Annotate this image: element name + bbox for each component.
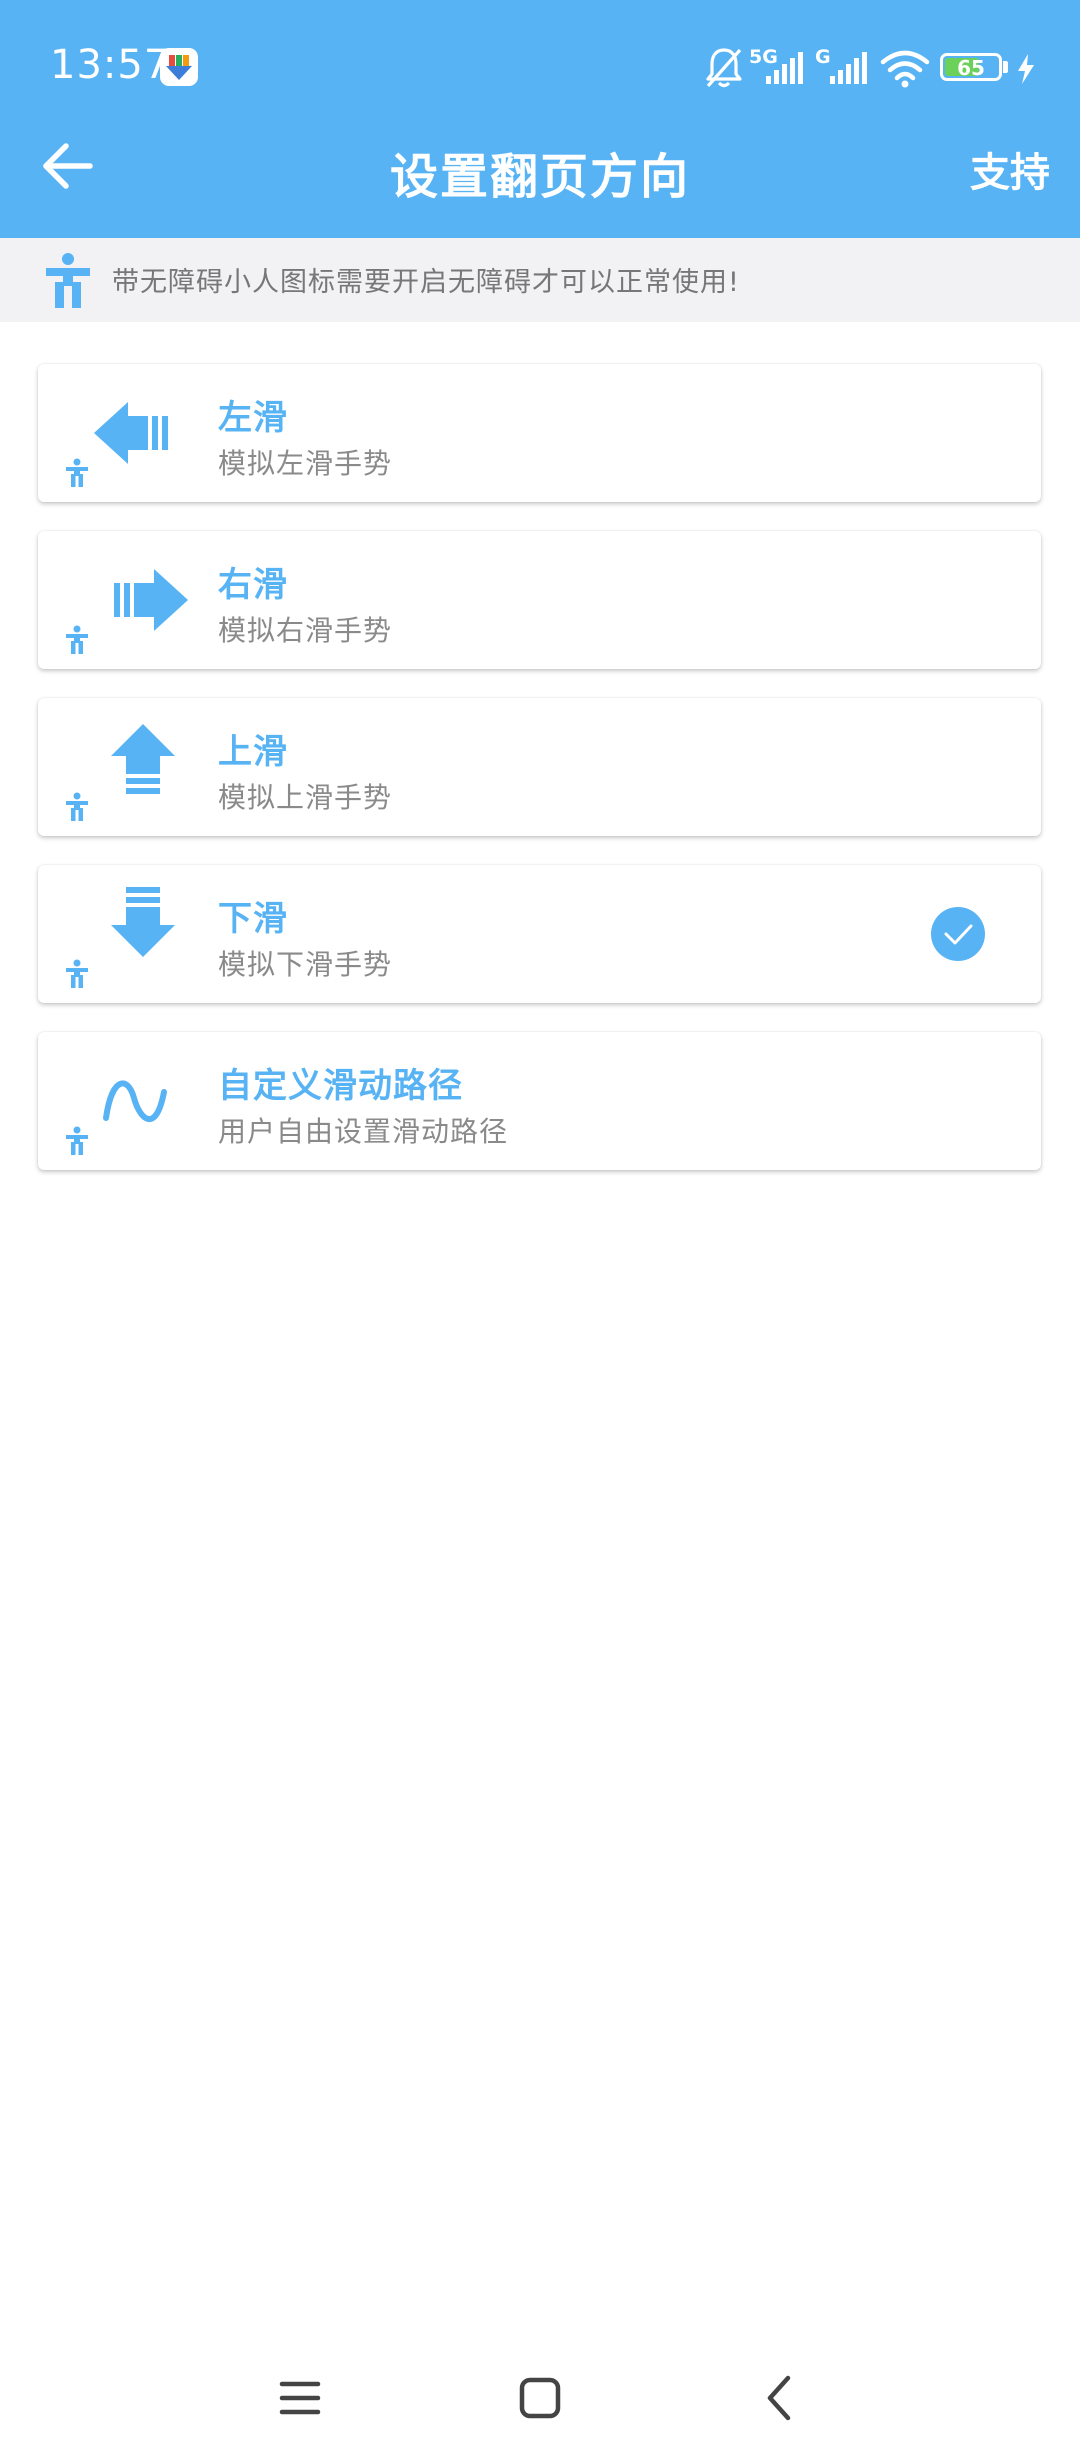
option-description: 模拟左滑手势 [218, 447, 393, 480]
accessibility-small-icon [66, 959, 88, 988]
accessibility-small-icon [66, 458, 88, 487]
arrow-left-swipe-icon [94, 402, 168, 464]
accessibility-small-icon [66, 625, 88, 654]
battery-icon: 65 [940, 53, 1002, 81]
back-icon[interactable] [750, 2368, 810, 2428]
accessibility-icon [46, 253, 90, 308]
battery-percent: 65 [957, 56, 985, 80]
status-time: 13:57 [50, 42, 171, 88]
arrow-right-swipe-icon [114, 569, 188, 631]
mute-bell-icon [706, 48, 742, 88]
option-custom-path[interactable]: 自定义滑动路径 用户自由设置滑动路径 [38, 1032, 1041, 1170]
app-header: 13:57 5G G 65 设置翻页方向 支持 [0, 0, 1080, 238]
option-swipe-right[interactable]: 右滑 模拟右滑手势 [38, 531, 1041, 669]
arrow-down-swipe-icon [111, 887, 175, 957]
check-circle-icon [931, 907, 985, 961]
charging-icon [1018, 54, 1034, 84]
app-notification-icon [160, 48, 198, 86]
battery-cap [1003, 61, 1008, 73]
accessibility-notice: 带无障碍小人图标需要开启无障碍才可以正常使用! [0, 238, 1080, 322]
signal-icon [766, 52, 803, 84]
option-title: 左滑 [218, 398, 288, 438]
menu-icon[interactable] [270, 2368, 330, 2428]
option-description: 用户自由设置滑动路径 [218, 1115, 509, 1148]
option-swipe-down[interactable]: 下滑 模拟下滑手势 [38, 865, 1041, 1003]
screen: 13:57 5G G 65 设置翻页方向 支持 带无障碍小人图标需要开启无障碍才… [0, 0, 1080, 2460]
option-title: 右滑 [218, 565, 288, 605]
option-swipe-left[interactable]: 左滑 模拟左滑手势 [38, 364, 1041, 502]
option-description: 模拟上滑手势 [218, 781, 393, 814]
wifi-icon [880, 50, 930, 88]
option-description: 模拟下滑手势 [218, 948, 393, 981]
page-title: 设置翻页方向 [389, 149, 690, 205]
option-title: 自定义滑动路径 [218, 1066, 463, 1106]
option-swipe-up[interactable]: 上滑 模拟上滑手势 [38, 698, 1041, 836]
option-title: 上滑 [218, 732, 288, 772]
home-icon[interactable] [510, 2368, 570, 2428]
option-title: 下滑 [218, 899, 288, 939]
notice-text: 带无障碍小人图标需要开启无障碍才可以正常使用! [112, 267, 740, 298]
support-button[interactable]: 支持 [970, 140, 1050, 198]
accessibility-small-icon [66, 1126, 88, 1155]
arrow-up-swipe-icon [111, 724, 175, 794]
accessibility-small-icon [66, 792, 88, 821]
signal-icon [830, 52, 867, 84]
wave-path-icon [103, 1080, 167, 1122]
option-description: 模拟右滑手势 [218, 614, 393, 647]
